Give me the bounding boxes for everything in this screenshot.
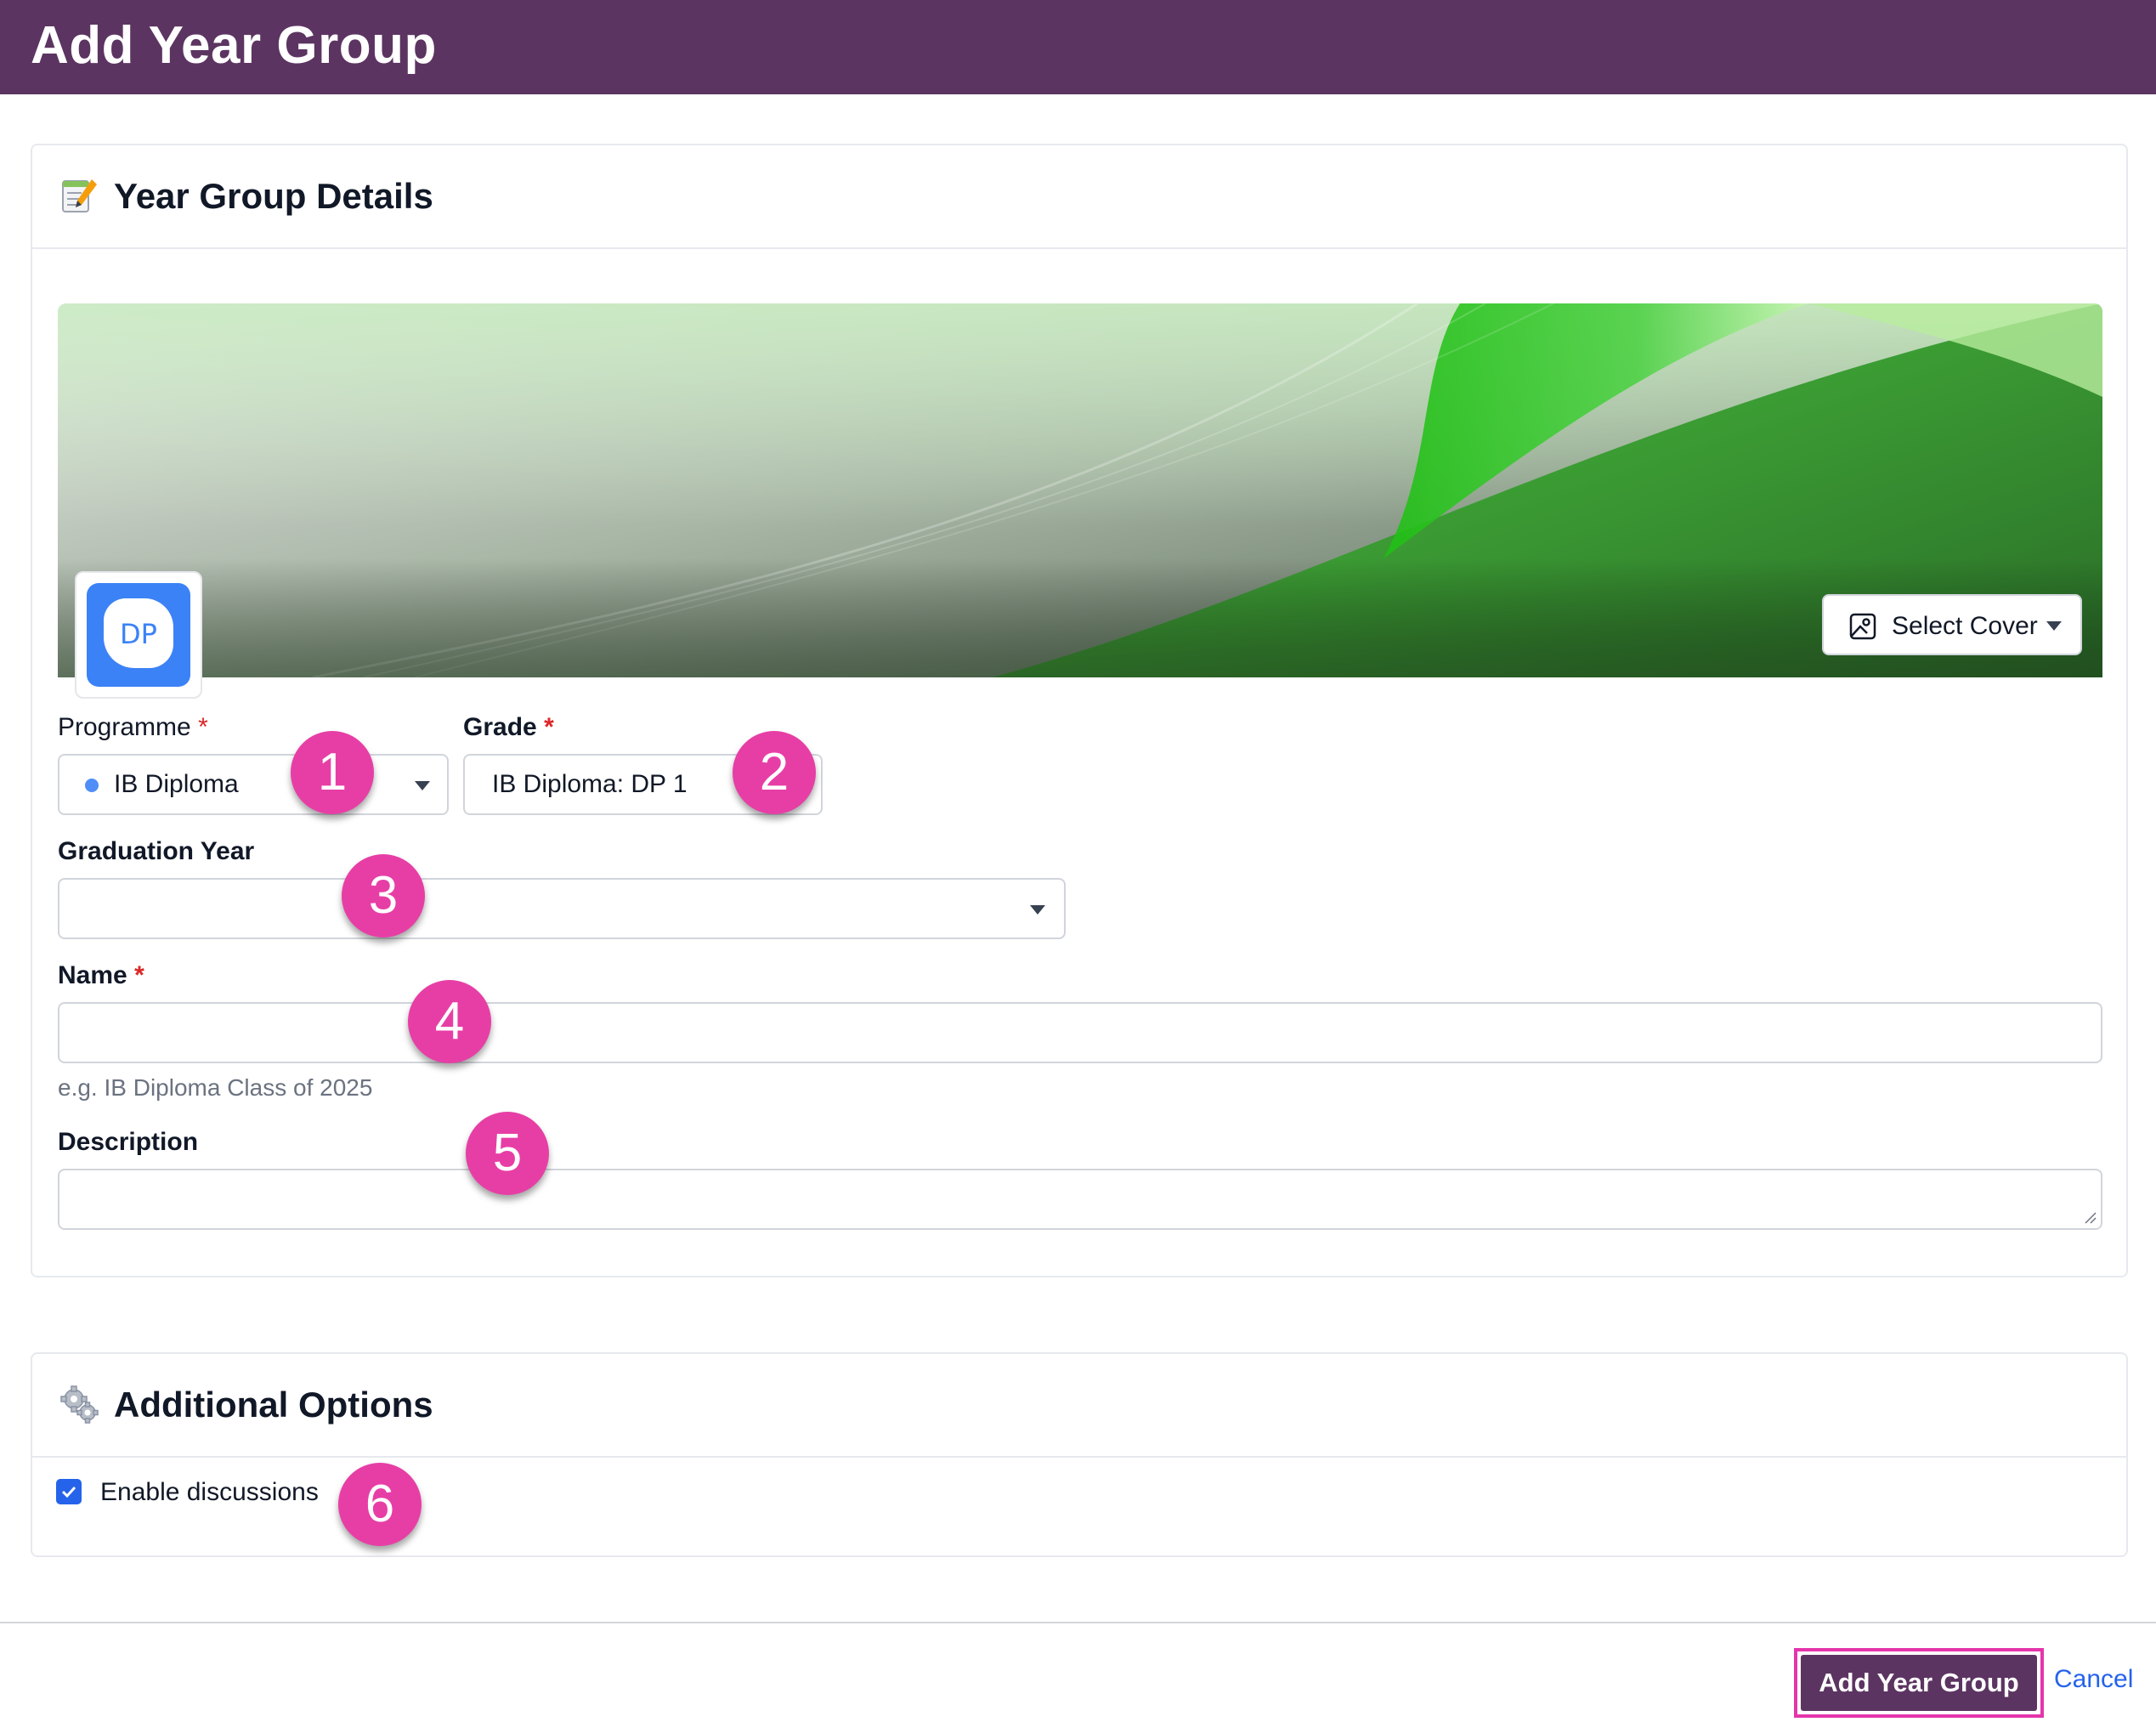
enable-discussions-label[interactable]: Enable discussions <box>100 1476 319 1510</box>
cover-image <box>58 303 2102 677</box>
programme-select[interactable]: IB Diploma <box>58 754 449 815</box>
page-title: Add Year Group <box>31 16 437 75</box>
description-textarea[interactable] <box>58 1169 2102 1230</box>
footer-divider <box>0 1622 2156 1623</box>
image-icon <box>1849 613 1876 640</box>
cancel-link[interactable]: Cancel <box>2054 1663 2133 1697</box>
programme-label: Programme * <box>58 713 208 741</box>
select-cover-button[interactable]: Select Cover <box>1822 594 2082 655</box>
programme-logo: DP <box>75 571 202 699</box>
description-label: Description <box>58 1128 199 1156</box>
callout-badge-3: 3 <box>342 854 425 937</box>
chevron-down-icon <box>2046 621 2062 631</box>
callout-badge-4: 4 <box>408 980 491 1063</box>
callout-badge-1: 1 <box>291 731 374 814</box>
page-header: Add Year Group <box>0 0 2156 94</box>
callout-badge-6: 6 <box>338 1463 422 1546</box>
graduation-year-select[interactable] <box>58 878 1066 939</box>
cover-graphic <box>58 303 2102 677</box>
chevron-down-icon <box>1030 905 1045 915</box>
grade-label: Grade * <box>463 713 554 741</box>
chevron-down-icon <box>415 781 430 790</box>
name-label: Name * <box>58 961 144 989</box>
year-group-details-title: Year Group Details <box>114 176 433 216</box>
add-year-group-button[interactable]: Add Year Group <box>1801 1655 2037 1711</box>
memo-pencil-icon <box>62 179 97 212</box>
resize-handle-icon[interactable] <box>2084 1211 2097 1225</box>
name-hint: e.g. IB Diploma Class of 2025 <box>58 1074 373 1101</box>
additional-options-header: Additional Options <box>32 1354 2126 1458</box>
graduation-year-label: Graduation Year <box>58 837 255 865</box>
programme-value: IB Diploma <box>114 770 239 798</box>
enable-discussions-checkbox[interactable] <box>56 1479 82 1504</box>
callout-badge-5: 5 <box>466 1112 549 1195</box>
callout-badge-2: 2 <box>733 731 816 814</box>
submit-button-highlight: Add Year Group <box>1794 1648 2044 1718</box>
checkmark-icon <box>61 1486 76 1498</box>
year-group-details-header: Year Group Details <box>32 145 2126 249</box>
year-group-details-panel: Year Group Details DP Select Cover Progr… <box>31 144 2128 1277</box>
programme-color-dot <box>85 779 99 792</box>
grade-value: IB Diploma: DP 1 <box>492 770 688 798</box>
dp-logo-icon: DP <box>87 583 190 687</box>
select-cover-label: Select Cover <box>1892 612 2038 640</box>
gears-icon <box>60 1385 99 1424</box>
name-input[interactable] <box>58 1002 2102 1063</box>
additional-options-title: Additional Options <box>114 1385 433 1425</box>
